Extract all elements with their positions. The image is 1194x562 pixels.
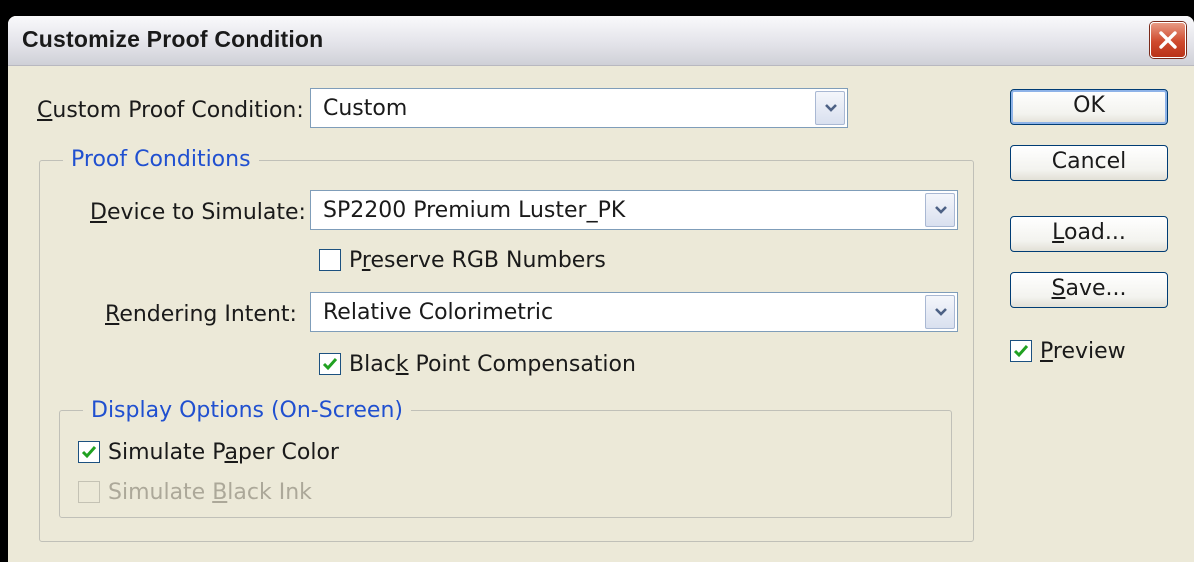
cancel-button[interactable]: Cancel	[1010, 145, 1168, 181]
preview-checkbox[interactable]	[1010, 340, 1032, 362]
custom-condition-value: Custom	[323, 96, 408, 121]
preserve-rgb-label: Preserve RGB Numbers	[349, 248, 606, 273]
customize-proof-dialog: Customize Proof Condition Custom Proof C…	[8, 16, 1194, 562]
checkmark-icon	[1013, 345, 1029, 358]
title-bar[interactable]: Customize Proof Condition	[8, 16, 1194, 66]
chevron-down-icon	[935, 308, 947, 316]
simulate-black-ink-checkbox[interactable]	[78, 481, 100, 503]
close-button[interactable]	[1150, 22, 1186, 58]
save-button[interactable]: Save...	[1010, 272, 1168, 308]
simulate-paper-label: Simulate Paper Color	[108, 440, 339, 465]
device-dropdown-button[interactable]	[925, 193, 955, 227]
checkmark-icon	[322, 358, 338, 371]
load-button[interactable]: Load...	[1010, 216, 1168, 252]
rendering-select[interactable]: Relative Colorimetric	[310, 292, 958, 332]
simulate-black-ink-label: Simulate Black Ink	[108, 480, 312, 505]
display-options-legend: Display Options (On-Screen)	[83, 398, 411, 423]
device-label: Device to Simulate:	[90, 200, 306, 225]
checkmark-icon	[81, 446, 97, 459]
rendering-dropdown-button[interactable]	[925, 295, 955, 329]
preserve-rgb-checkbox[interactable]	[319, 249, 341, 271]
black-point-label: Black Point Compensation	[349, 352, 636, 377]
rendering-value: Relative Colorimetric	[323, 300, 554, 325]
simulate-paper-checkbox[interactable]	[78, 441, 100, 463]
ok-button[interactable]: OK	[1010, 89, 1168, 125]
chevron-down-icon	[935, 206, 947, 214]
window-title: Customize Proof Condition	[22, 26, 324, 52]
rendering-label: Rendering Intent:	[105, 302, 297, 327]
device-select[interactable]: SP2200 Premium Luster_PK	[310, 190, 958, 230]
custom-condition-dropdown-button[interactable]	[815, 91, 845, 125]
preview-label: Preview	[1040, 339, 1126, 364]
proof-conditions-legend: Proof Conditions	[63, 147, 259, 172]
chevron-down-icon	[825, 104, 837, 112]
close-icon	[1159, 31, 1177, 49]
custom-condition-label: Custom Proof Condition:	[37, 98, 304, 123]
custom-condition-select[interactable]: Custom	[310, 88, 848, 128]
black-point-checkbox[interactable]	[319, 353, 341, 375]
device-value: SP2200 Premium Luster_PK	[323, 198, 626, 223]
